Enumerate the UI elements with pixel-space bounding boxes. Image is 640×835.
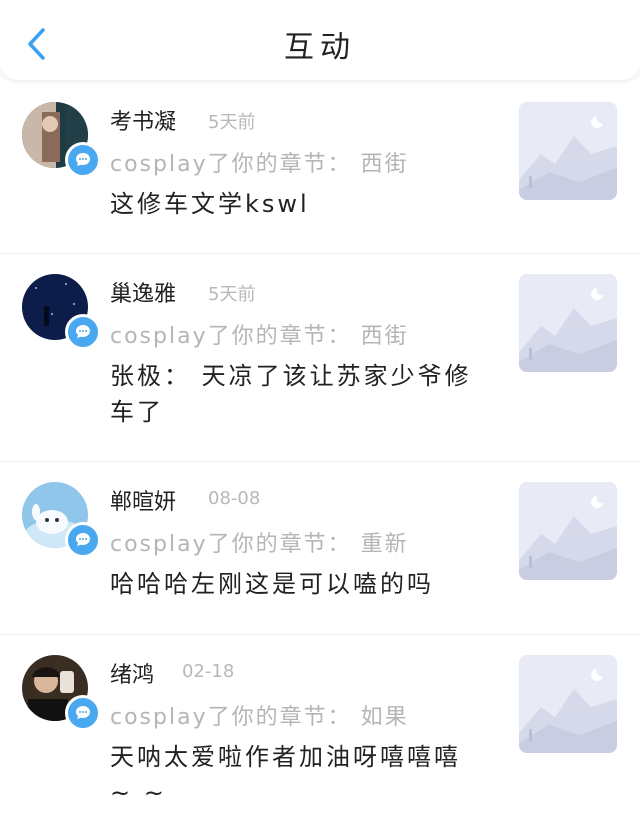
- chapter-thumbnail[interactable]: [519, 482, 617, 580]
- action-text: cosplay了你的章节： 如果: [110, 705, 409, 730]
- comment-text: 哈哈哈左刚这是可以嗑的吗: [110, 570, 434, 598]
- comment-badge-icon: [65, 142, 101, 178]
- image-placeholder-icon: [519, 482, 617, 580]
- list-item[interactable]: 考书凝 5天前 cosplay了你的章节： 西街 这修车文学kswl: [0, 82, 640, 254]
- comment-badge-icon: [65, 522, 101, 558]
- comment-text: 天呐太爱啦作者加油呀嘻嘻嘻 ~ ~: [110, 743, 461, 807]
- comment-badge-icon: [65, 314, 101, 350]
- timestamp: 02-18: [182, 661, 235, 682]
- action-text: cosplay了你的章节： 重新: [110, 532, 409, 557]
- comment-text: 张极： 天凉了该让苏家少爷修车了: [110, 362, 472, 426]
- top-bar: 互动: [0, 0, 640, 80]
- user-name[interactable]: 郸暄妍: [110, 484, 176, 516]
- timestamp: 5天前: [208, 284, 256, 305]
- comment-text: 这修车文学kswl: [110, 190, 310, 218]
- chapter-thumbnail[interactable]: [519, 102, 617, 200]
- user-name[interactable]: 巢逸雅: [110, 276, 176, 308]
- list-item[interactable]: 郸暄妍 08-08 cosplay了你的章节： 重新 哈哈哈左刚这是可以嗑的吗: [0, 462, 640, 635]
- image-placeholder-icon: [519, 655, 617, 753]
- user-name[interactable]: 绪鸿: [110, 657, 154, 689]
- chapter-thumbnail[interactable]: [519, 655, 617, 753]
- image-placeholder-icon: [519, 274, 617, 372]
- user-name[interactable]: 考书凝: [110, 104, 176, 136]
- timestamp: 08-08: [208, 488, 261, 509]
- list-item[interactable]: 巢逸雅 5天前 cosplay了你的章节： 西街 张极： 天凉了该让苏家少爷修车…: [0, 254, 640, 462]
- image-placeholder-icon: [519, 102, 617, 200]
- action-text: cosplay了你的章节： 西街: [110, 324, 409, 349]
- interaction-list: 考书凝 5天前 cosplay了你的章节： 西街 这修车文学kswl 巢逸雅 5…: [0, 82, 640, 835]
- chapter-thumbnail[interactable]: [519, 274, 617, 372]
- timestamp: 5天前: [208, 112, 256, 133]
- page-title: 互动: [284, 30, 356, 65]
- list-item[interactable]: 绪鸿 02-18 cosplay了你的章节： 如果 天呐太爱啦作者加油呀嘻嘻嘻 …: [0, 635, 640, 835]
- comment-badge-icon: [65, 695, 101, 731]
- action-text: cosplay了你的章节： 西街: [110, 152, 409, 177]
